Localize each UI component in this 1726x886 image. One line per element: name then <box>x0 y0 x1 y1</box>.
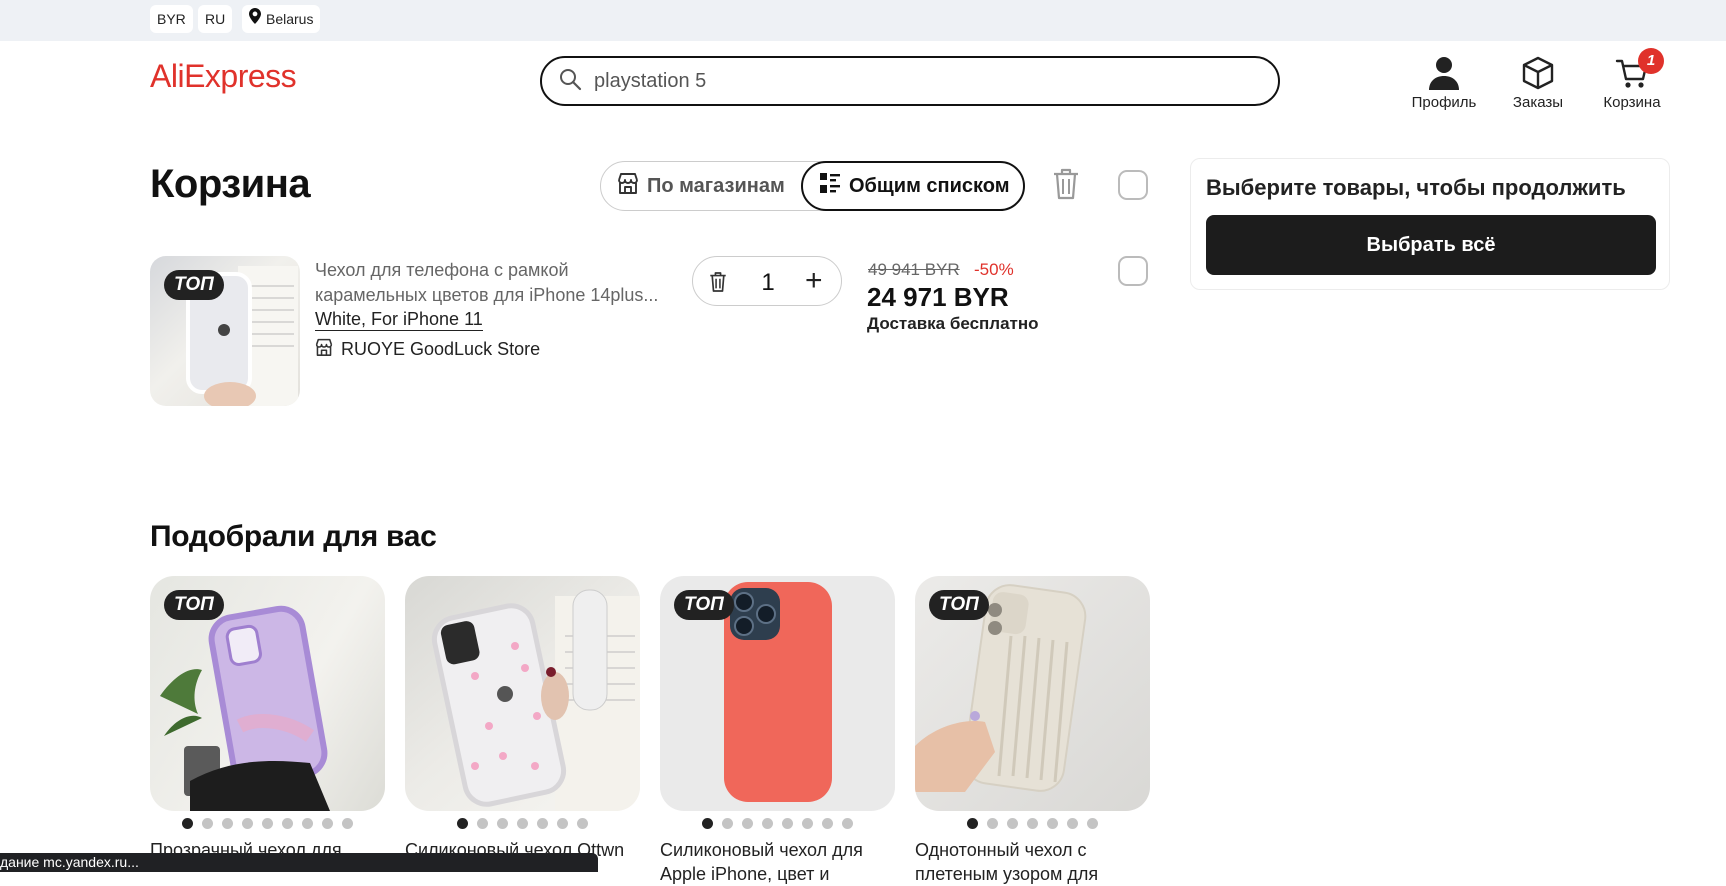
pagination-dot[interactable] <box>577 818 588 829</box>
pagination-dot[interactable] <box>222 818 233 829</box>
currency-label: BYR <box>157 11 186 27</box>
cart-button[interactable]: 1 Корзина <box>1592 48 1672 111</box>
page-title: Корзина <box>150 162 311 206</box>
pagination-dot[interactable] <box>557 818 568 829</box>
pagination-dot[interactable] <box>242 818 253 829</box>
list-view-icon <box>819 172 841 200</box>
store-icon <box>617 172 639 200</box>
delete-selected-trash-icon[interactable] <box>1052 168 1080 205</box>
product-card[interactable]: ТОП Силиконовый чехол для Apple iPhone, … <box>660 576 895 886</box>
cart-item-title[interactable]: Чехол для телефона с рамкой карамельных … <box>315 258 660 308</box>
location-pin-icon <box>249 5 261 33</box>
pagination-dot[interactable] <box>702 818 713 829</box>
product-card[interactable]: ТОП Прозрачный чехол для <box>150 576 385 862</box>
pagination-dot[interactable] <box>262 818 273 829</box>
top-badge: ТОП <box>674 590 734 620</box>
image-pagination[interactable] <box>915 818 1150 830</box>
clear-heart-case-image <box>431 589 640 811</box>
pagination-dot[interactable] <box>762 818 773 829</box>
cart-label: Корзина <box>1603 94 1661 111</box>
top-badge: ТОП <box>164 270 224 300</box>
view-by-store-label: По магазинам <box>647 174 785 197</box>
product-image[interactable]: ТОП <box>660 576 895 811</box>
pagination-dot[interactable] <box>457 818 468 829</box>
aliexpress-logo[interactable]: AliExpress <box>150 58 297 95</box>
pagination-dot[interactable] <box>722 818 733 829</box>
summary-title: Выберите товары, чтобы продолжить <box>1206 175 1626 200</box>
product-card[interactable]: ТОП Однотонный чехол с плетеным узором д… <box>915 576 1150 886</box>
pagination-dot[interactable] <box>497 818 508 829</box>
select-all-checkbox[interactable] <box>1118 170 1148 200</box>
pagination-dot[interactable] <box>1087 818 1098 829</box>
pagination-dot[interactable] <box>517 818 528 829</box>
language-selector[interactable]: RU <box>198 5 233 33</box>
cart-item-image[interactable]: ТОП <box>150 256 300 406</box>
store-icon <box>315 338 333 361</box>
product-image[interactable]: ТОП <box>150 576 385 811</box>
box-icon <box>1498 52 1578 90</box>
cart-item-store[interactable]: RUOYE GoodLuck Store <box>315 338 540 361</box>
language-label: RU <box>205 11 226 27</box>
select-all-button[interactable]: Выбрать всё <box>1206 215 1656 275</box>
pagination-dot[interactable] <box>537 818 548 829</box>
pagination-dot[interactable] <box>1047 818 1058 829</box>
view-by-store-option[interactable]: По магазинам <box>617 161 785 211</box>
top-badge: ТОП <box>164 590 224 620</box>
view-list-option[interactable]: Общим списком <box>801 161 1025 211</box>
image-pagination[interactable] <box>660 818 895 830</box>
orders-label: Заказы <box>1512 94 1564 111</box>
pagination-dot[interactable] <box>342 818 353 829</box>
pagination-dot[interactable] <box>987 818 998 829</box>
search-bar[interactable] <box>540 56 1280 106</box>
image-pagination[interactable] <box>150 818 385 830</box>
orders-button[interactable]: Заказы <box>1498 52 1578 111</box>
plus-icon[interactable]: + <box>805 266 823 296</box>
pagination-dot[interactable] <box>1007 818 1018 829</box>
search-icon[interactable] <box>558 67 582 96</box>
pagination-dot[interactable] <box>967 818 978 829</box>
search-input[interactable] <box>594 69 1234 93</box>
user-icon <box>1404 52 1484 90</box>
pagination-dot[interactable] <box>302 818 313 829</box>
pagination-dot[interactable] <box>202 818 213 829</box>
discount-label: -50% <box>974 260 1014 279</box>
currency-selector[interactable]: BYR <box>150 5 193 33</box>
pagination-dot[interactable] <box>782 818 793 829</box>
cart-count-badge: 1 <box>1638 48 1664 74</box>
product-card[interactable]: Силиконовый чехол Ottwn <box>405 576 640 862</box>
order-summary-panel: Выберите товары, чтобы продолжить Выбрат… <box>1190 158 1670 290</box>
pagination-dot[interactable] <box>742 818 753 829</box>
product-image[interactable] <box>405 576 640 811</box>
recommendations-title: Подобрали для вас <box>150 520 437 553</box>
pagination-dot[interactable] <box>822 818 833 829</box>
product-title[interactable]: Однотонный чехол с плетеным узором для <box>915 838 1155 886</box>
image-pagination[interactable] <box>405 818 640 830</box>
pagination-dot[interactable] <box>322 818 333 829</box>
old-price: 49 941 BYR <box>868 260 960 279</box>
delivery-info: Доставка бесплатно <box>867 314 1039 333</box>
profile-button[interactable]: Профиль <box>1404 52 1484 111</box>
view-toggle: По магазинам Общим списком <box>600 161 1025 211</box>
product-title[interactable]: Силиконовый чехол для Apple iPhone, цвет… <box>660 838 900 886</box>
pagination-dot[interactable] <box>477 818 488 829</box>
item-checkbox[interactable] <box>1118 256 1148 286</box>
pagination-dot[interactable] <box>1067 818 1078 829</box>
browser-status-bar: дание mc.yandex.ru... <box>0 853 598 872</box>
quantity-stepper: 1 + <box>692 256 842 306</box>
cart-item-variant[interactable]: White, For iPhone 11 <box>315 308 483 331</box>
product-image[interactable]: ТОП <box>915 576 1150 811</box>
store-name: RUOYE GoodLuck Store <box>341 339 541 359</box>
profile-label: Профиль <box>1411 94 1477 111</box>
pagination-dot[interactable] <box>1027 818 1038 829</box>
item-price: 24 971 BYR <box>867 282 1009 312</box>
pagination-dot[interactable] <box>802 818 813 829</box>
view-list-label: Общим списком <box>849 174 1010 197</box>
region-selector[interactable]: Belarus <box>242 5 321 33</box>
pagination-dot[interactable] <box>182 818 193 829</box>
region-label: Belarus <box>266 11 314 27</box>
pagination-dot[interactable] <box>282 818 293 829</box>
pagination-dot[interactable] <box>842 818 853 829</box>
top-bar: BYR RU Belarus <box>0 0 1726 41</box>
top-badge: ТОП <box>929 590 989 620</box>
